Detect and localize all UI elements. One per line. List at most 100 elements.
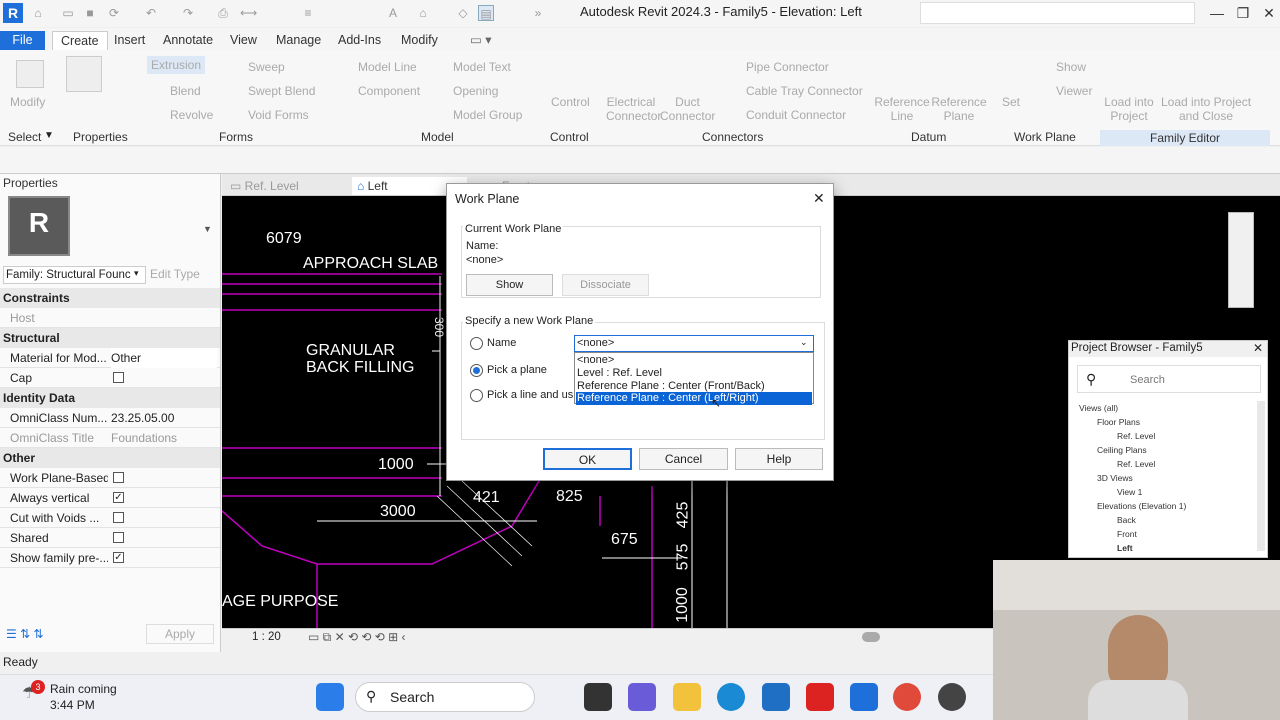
tab-view[interactable]: View xyxy=(222,31,265,50)
pipe-connector-button[interactable]: Pipe Connector xyxy=(746,60,829,74)
show-button[interactable]: Show xyxy=(466,274,553,296)
redo-icon[interactable]: ↷ xyxy=(180,5,196,21)
tree-item[interactable]: Elevations (Elevation 1) xyxy=(1097,501,1186,511)
viewer-button[interactable]: Viewer xyxy=(1056,84,1092,98)
revit-logo[interactable]: R xyxy=(3,3,23,23)
close-icon[interactable]: ✕ xyxy=(1253,341,1263,355)
view-tab-ref-level[interactable]: ▭ Ref. Level xyxy=(230,177,299,195)
project-browser-search[interactable]: ⚲ Search xyxy=(1077,365,1261,393)
load-into-project-button[interactable]: Load into Project xyxy=(1104,95,1154,123)
pick-plane-radio[interactable] xyxy=(470,364,483,377)
prop-row-material[interactable]: Material for Mod... Other xyxy=(0,348,220,368)
windows-start-icon[interactable] xyxy=(316,683,344,711)
modify-button-label[interactable]: Modify xyxy=(10,95,45,109)
show-family-checkbox[interactable]: ✓ xyxy=(113,552,124,563)
dissociate-button[interactable]: Dissociate xyxy=(562,274,649,296)
view-controls-icons[interactable]: ▭ ⧉ ✕ ⟲ ⟲ ⟲ ⊞ ‹ xyxy=(308,630,406,645)
tree-item[interactable]: Floor Plans xyxy=(1097,417,1140,427)
component-button[interactable]: Component xyxy=(358,84,420,98)
load-and-close-button[interactable]: Load into Project and Close xyxy=(1158,95,1254,123)
section-identity[interactable]: Identity Data xyxy=(0,388,220,408)
section-icon[interactable]: ◇ xyxy=(455,5,471,21)
vertical-checkbox[interactable]: ✓ xyxy=(113,492,124,503)
more-icon[interactable]: » xyxy=(530,5,546,21)
scrollbar[interactable] xyxy=(1257,401,1265,551)
control-button[interactable]: Control xyxy=(551,95,590,109)
3d-view-icon[interactable]: ⌂ xyxy=(415,5,431,21)
store-icon[interactable] xyxy=(762,683,790,711)
name-radio[interactable] xyxy=(470,337,483,350)
dropdown-option-selected[interactable]: Reference Plane : Center (Left/Right) xyxy=(576,392,812,405)
opening-button[interactable]: Opening xyxy=(453,84,498,98)
select-dropdown-icon[interactable]: ▼ xyxy=(44,130,54,141)
tree-item[interactable]: Back xyxy=(1117,515,1136,525)
open-icon[interactable]: ▭ xyxy=(60,5,76,21)
close-icon[interactable]: ✕ xyxy=(813,190,825,207)
show-work-plane-button[interactable]: Show xyxy=(1056,60,1086,74)
weather-text[interactable]: Rain coming xyxy=(50,682,117,696)
view-scale[interactable]: 1 : 20 xyxy=(252,631,281,643)
align-icon[interactable]: ≡ xyxy=(300,5,316,21)
taskbar-search[interactable]: Search xyxy=(355,682,535,712)
measure-icon[interactable]: ⟷ xyxy=(240,5,257,21)
set-work-plane-button[interactable]: Set xyxy=(1002,95,1020,109)
clock[interactable]: 3:44 PM xyxy=(50,698,95,712)
pick-line-label[interactable]: Pick a line and use xyxy=(487,389,573,401)
minimize-icon[interactable]: — xyxy=(1206,3,1228,23)
revolve-button[interactable]: Revolve xyxy=(170,108,213,122)
cap-checkbox[interactable] xyxy=(113,372,124,383)
edge-icon[interactable] xyxy=(717,683,745,711)
void-forms-button[interactable]: Void Forms xyxy=(248,108,309,122)
electrical-connector-button[interactable]: Electrical Connector xyxy=(606,95,661,123)
tab-file[interactable]: File xyxy=(0,31,45,50)
swept-blend-button[interactable]: Swept Blend xyxy=(248,84,315,98)
print-icon[interactable]: ⎙ xyxy=(215,5,231,21)
save-icon[interactable]: ■ xyxy=(82,5,98,21)
model-group-button[interactable]: Model Group xyxy=(453,108,522,122)
file-explorer-icon[interactable] xyxy=(673,683,701,711)
sweep-button[interactable]: Sweep xyxy=(248,60,285,74)
model-text-button[interactable]: Model Text xyxy=(453,60,511,74)
undo-icon[interactable]: ↶ xyxy=(143,5,159,21)
tree-item[interactable]: Views (all) xyxy=(1079,403,1118,413)
navigation-bar[interactable] xyxy=(1228,212,1254,308)
section-structural[interactable]: Structural xyxy=(0,328,220,348)
tab-annotate[interactable]: Annotate xyxy=(155,31,221,50)
apply-button[interactable]: Apply xyxy=(146,624,214,644)
extrusion-button[interactable]: Extrusion xyxy=(147,56,206,74)
section-constraints[interactable]: Constraints xyxy=(0,288,220,308)
family-selector[interactable]: Family: Structural Founc xyxy=(3,266,146,284)
select-panel-label[interactable]: Select xyxy=(8,130,41,144)
maximize-icon[interactable]: ❐ xyxy=(1232,3,1254,23)
tab-add-ins[interactable]: Add-Ins xyxy=(330,31,389,50)
cut-voids-checkbox[interactable] xyxy=(113,512,124,523)
modify-icon[interactable] xyxy=(16,60,44,88)
wp-based-checkbox[interactable] xyxy=(113,472,124,483)
app-icon[interactable] xyxy=(584,683,612,711)
properties-icon[interactable] xyxy=(66,56,102,92)
reference-plane-button[interactable]: Reference Plane xyxy=(930,95,988,123)
pick-line-radio[interactable] xyxy=(470,389,483,402)
help-button[interactable]: Help xyxy=(735,448,823,470)
tree-item[interactable]: 3D Views xyxy=(1097,473,1133,483)
dropdown-option[interactable]: <none> xyxy=(576,354,812,367)
lumion-icon[interactable] xyxy=(806,683,834,711)
prop-value[interactable]: 23.25.05.00 xyxy=(111,408,174,428)
edit-type-button[interactable]: Edit Type xyxy=(150,267,200,281)
tab-modify[interactable]: Modify xyxy=(393,31,446,50)
ok-button[interactable]: OK xyxy=(543,448,632,470)
model-line-button[interactable]: Model Line xyxy=(358,60,417,74)
name-radio-label[interactable]: Name xyxy=(487,337,516,349)
tree-item[interactable]: View 1 xyxy=(1117,487,1142,497)
text-icon[interactable]: A xyxy=(385,5,401,21)
pick-plane-label[interactable]: Pick a plane xyxy=(487,364,547,376)
blend-button[interactable]: Blend xyxy=(170,84,201,98)
properties-panel-label[interactable]: Properties xyxy=(73,130,128,144)
horizontal-scrollbar[interactable] xyxy=(862,632,880,642)
thin-lines-icon[interactable]: ▤ xyxy=(478,5,494,21)
revit-taskbar-icon[interactable] xyxy=(850,683,878,711)
copilot-icon[interactable] xyxy=(628,683,656,711)
chevron-down-icon[interactable]: ⌄ xyxy=(800,337,808,348)
tree-item[interactable]: Ref. Level xyxy=(1117,459,1155,469)
tab-insert[interactable]: Insert xyxy=(106,31,153,50)
